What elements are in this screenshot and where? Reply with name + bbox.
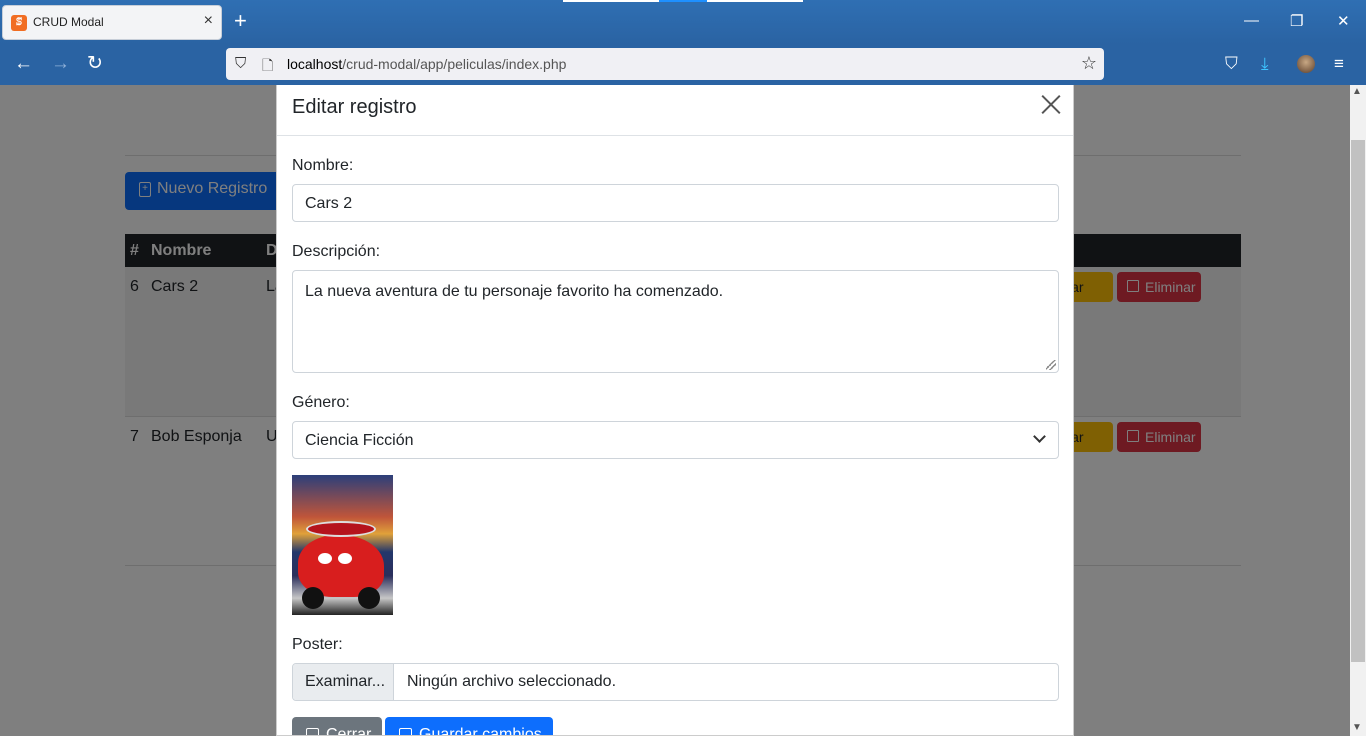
check-square-icon [399, 728, 412, 735]
shield-icon[interactable]: ⛉ [235, 55, 246, 72]
bookmark-star-icon[interactable]: ☆ [1081, 53, 1097, 74]
genero-select[interactable]: Ciencia Ficción [292, 421, 1059, 459]
resize-handle-icon[interactable] [1046, 360, 1056, 370]
xampp-icon: ꕷ [11, 15, 27, 31]
nombre-value: Cars 2 [305, 195, 353, 212]
downloads-icon[interactable]: ⤓ [1261, 54, 1269, 74]
url-text[interactable]: localhost/crud-modal/app/peliculas/index… [287, 56, 566, 72]
menu-icon[interactable]: ≡ [1334, 54, 1344, 74]
tab-close-icon[interactable]: × [204, 12, 213, 30]
page-info-icon[interactable]: 🗋 [262, 55, 273, 79]
tab-strip-indicator [707, 0, 803, 2]
browse-button[interactable]: Examinar... [293, 664, 394, 700]
scrollbar-thumb[interactable] [1351, 140, 1365, 662]
url-host: localhost [287, 56, 343, 72]
minimize-icon[interactable]: — [1244, 12, 1259, 29]
new-tab-button[interactable]: + [234, 10, 247, 32]
descripcion-label: Descripción: [292, 243, 381, 260]
descripcion-textarea[interactable]: La nueva aventura de tu personaje favori… [292, 270, 1059, 373]
pocket-icon[interactable]: ⛉ [1225, 54, 1238, 74]
file-status: Ningún archivo seleccionado. [407, 673, 617, 690]
genero-label: Género: [292, 394, 350, 411]
chevron-down-icon [1033, 430, 1046, 443]
modal-header: Editar registro [277, 85, 1073, 136]
tab-title: CRUD Modal [33, 15, 104, 29]
window-close-icon[interactable]: ✕ [1337, 12, 1350, 30]
close-label: Cerrar [326, 726, 372, 736]
edit-modal: Editar registro Nombre: Cars 2 Descripci… [276, 85, 1074, 736]
back-icon[interactable]: ← [14, 54, 33, 74]
browser-tab[interactable]: ꕷ CRUD Modal × [2, 5, 222, 40]
save-label: Guardar cambios [419, 726, 542, 736]
nombre-label: Nombre: [292, 157, 354, 174]
close-button[interactable]: Cerrar [292, 717, 382, 736]
scroll-down-icon[interactable]: ▼ [1352, 722, 1362, 733]
restore-icon[interactable]: ❐ [1290, 12, 1303, 30]
descripcion-value: La nueva aventura de tu personaje favori… [305, 283, 724, 300]
poster-tire [358, 587, 380, 609]
browser-titlebar: ꕷ CRUD Modal × + — ❐ ✕ [0, 0, 1366, 44]
x-square-icon [306, 728, 319, 735]
poster-eye [318, 553, 332, 564]
modal-title: Editar registro [292, 96, 417, 118]
url-path: /crud-modal/app/peliculas/index.php [342, 56, 567, 72]
url-bar[interactable]: ⛉ 🗋 localhost/crud-modal/app/peliculas/i… [226, 48, 1104, 80]
scroll-up-icon[interactable]: ▲ [1352, 86, 1362, 97]
poster-label: Poster: [292, 636, 343, 653]
reload-icon[interactable]: ↻ [87, 54, 103, 74]
poster-tire [302, 587, 324, 609]
save-button[interactable]: Guardar cambios [385, 717, 553, 736]
poster-logo [306, 521, 376, 537]
tab-strip-indicator [563, 0, 659, 2]
forward-icon[interactable]: → [51, 54, 70, 74]
profile-avatar[interactable] [1297, 55, 1315, 73]
close-icon[interactable] [1040, 94, 1062, 116]
poster-eye [338, 553, 352, 564]
poster-file-input[interactable]: Examinar... Ningún archivo seleccionado. [292, 663, 1059, 701]
nombre-input[interactable]: Cars 2 [292, 184, 1059, 222]
poster-image [292, 475, 393, 615]
browse-label: Examinar... [305, 673, 386, 690]
tab-strip-indicator-active [659, 0, 707, 2]
genero-value: Ciencia Ficción [305, 432, 414, 449]
